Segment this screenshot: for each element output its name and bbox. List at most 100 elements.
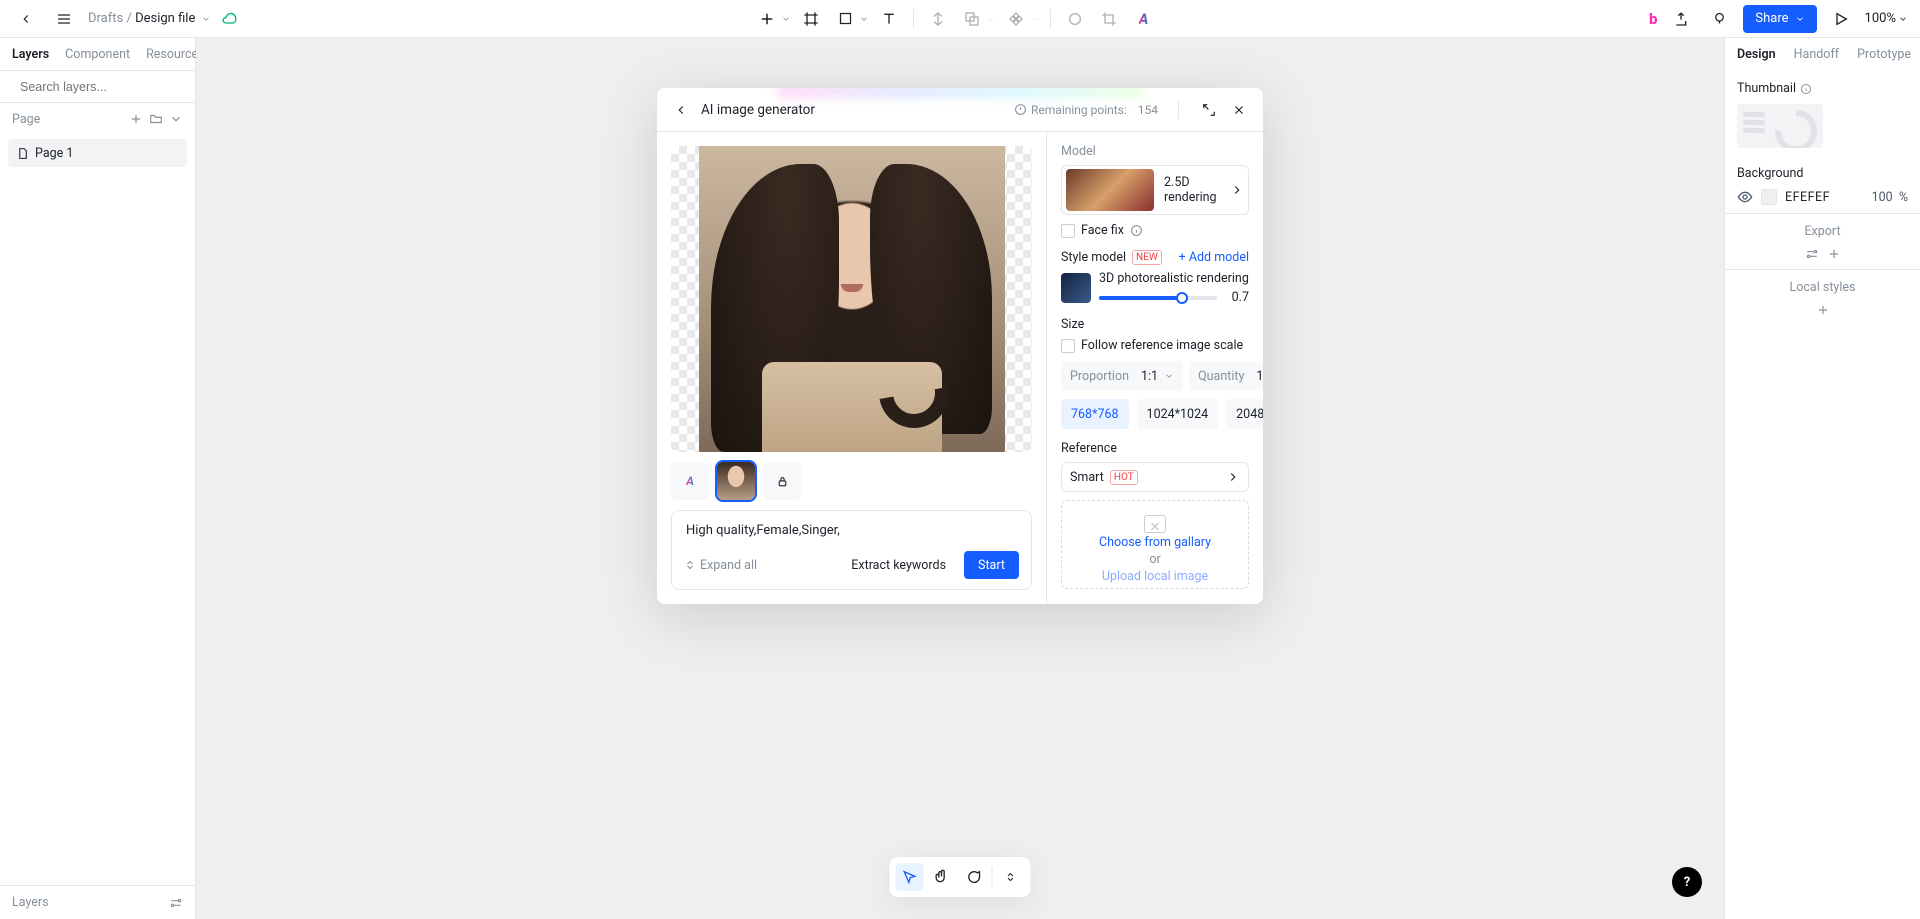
visibility-toggle[interactable] [1737,189,1753,205]
history-thumb-ai[interactable]: A [671,462,709,500]
play-button[interactable] [1827,5,1855,33]
export-settings-icon[interactable] [1805,247,1819,261]
proportion-select[interactable]: Proportion 1:1 [1061,361,1183,391]
image-placeholder-icon [1144,515,1166,533]
ai-generator-dialog: AI image generator Remaining points: 154 [657,88,1263,604]
style-model-label: Style model [1061,250,1126,265]
background-label: Background [1737,166,1803,181]
reference-dropzone[interactable]: Choose from gallary or Upload local imag… [1061,500,1249,589]
ai-tool[interactable]: A [1129,5,1157,33]
add-export-icon[interactable] [1827,247,1841,261]
more-tools[interactable] [997,863,1025,891]
export-label: Export [1804,224,1840,239]
tab-resource[interactable]: Resource [146,47,198,62]
align-tool [924,5,952,33]
logo-icon: b [1649,10,1657,28]
style-name: 3D photorealistic rendering [1099,271,1249,286]
start-button[interactable]: Start [964,551,1019,579]
right-tabs: Design Handoff Prototype [1725,38,1920,71]
model-section-label: Model [1061,144,1249,159]
component-tool [1002,5,1030,33]
background-swatch[interactable] [1761,189,1777,205]
zoom-control[interactable]: 100% [1865,11,1908,26]
background-alpha[interactable]: 100 % [1860,190,1908,205]
facefix-checkbox[interactable] [1061,224,1075,238]
extract-keywords-button[interactable]: Extract keywords [841,551,956,579]
breadcrumb[interactable]: Drafts / Design file [88,11,211,26]
page-name: Page 1 [35,146,73,161]
chevron-down-icon[interactable] [859,14,869,24]
local-styles-label: Local styles [1790,280,1856,295]
tab-component[interactable]: Component [65,47,130,62]
export-icon[interactable] [1667,5,1695,33]
tab-prototype[interactable]: Prototype [1857,47,1911,62]
page-item[interactable]: Page 1 [8,139,187,167]
add-tool[interactable] [753,5,781,33]
crop-tool [1095,5,1123,33]
expand-all-button[interactable]: Expand all [684,558,757,573]
floating-toolbar [890,857,1031,897]
breadcrumb-root: Drafts [88,11,123,26]
chevron-right-icon [1226,470,1240,484]
info-icon[interactable] [1800,83,1812,95]
background-hex[interactable]: EFEFEF [1785,190,1852,205]
lock-icon [776,475,789,488]
info-icon[interactable] [1130,224,1143,237]
page-section-label: Page [12,112,40,127]
comment-tool[interactable] [960,863,988,891]
back-button[interactable] [12,5,40,33]
menu-button[interactable] [50,5,78,33]
history-thumb-locked[interactable] [763,462,801,500]
popout-button[interactable] [1199,96,1219,124]
shape-tool[interactable] [831,5,859,33]
close-button[interactable] [1229,96,1249,124]
help-button[interactable]: ? [1672,867,1702,897]
choose-gallery-link[interactable]: Choose from gallary [1099,535,1211,550]
tab-design[interactable]: Design [1737,47,1776,62]
add-style-icon[interactable] [1816,303,1830,317]
hot-badge: HOT [1110,470,1138,485]
add-model-link[interactable]: + Add model [1179,250,1249,265]
new-badge: NEW [1132,250,1162,265]
page-folder-icon[interactable] [149,112,163,126]
size-option-0[interactable]: 768*768 [1061,399,1129,429]
prompt-input[interactable] [684,521,1019,541]
add-page-icon[interactable] [129,112,143,126]
size-option-2[interactable]: 2048*2048 [1226,399,1263,429]
size-option-1[interactable]: 1024*1024 [1137,399,1219,429]
text-tool[interactable] [875,5,903,33]
share-button[interactable]: Share [1743,5,1816,33]
breadcrumb-current: Design file [135,11,195,26]
frame-tool[interactable] [797,5,825,33]
dialog-back-button[interactable] [671,96,691,124]
style-strength-value: 0.7 [1225,290,1249,305]
upload-local-link[interactable]: Upload local image [1102,569,1208,584]
thumbnail-preview[interactable] [1737,104,1823,148]
reference-mode-select[interactable]: Smart HOT [1061,462,1249,492]
follow-scale-checkbox[interactable] [1061,339,1075,353]
chevron-right-icon [1230,183,1244,197]
remaining-points: Remaining points: 154 [1014,103,1158,117]
tab-layers[interactable]: Layers [12,47,49,62]
collapse-pages-icon[interactable] [169,112,183,126]
dialog-title: AI image generator [701,102,815,118]
move-tool[interactable] [896,863,924,891]
history-thumb-selected[interactable] [717,462,755,500]
hand-tool[interactable] [928,863,956,891]
sync-status-icon [221,11,237,27]
left-tabs: Layers Component Resource [0,38,195,71]
notifications-icon[interactable] [1705,5,1733,33]
layers-settings-icon[interactable] [169,896,183,910]
chevron-down-icon[interactable] [781,14,791,24]
style-strength-slider[interactable] [1099,296,1217,300]
quantity-select[interactable]: Quantity 1 [1189,361,1263,391]
model-selector[interactable]: 2.5D rendering [1061,165,1249,215]
preview-image [671,146,1032,452]
search-input[interactable] [18,79,183,95]
thumbnail-label: Thumbnail [1737,81,1796,96]
style-thumb [1061,273,1091,303]
tab-handoff[interactable]: Handoff [1794,47,1840,62]
ellipse-outline-tool [1061,5,1089,33]
facefix-label: Face fix [1081,223,1124,238]
layers-section-label: Layers [12,895,49,910]
